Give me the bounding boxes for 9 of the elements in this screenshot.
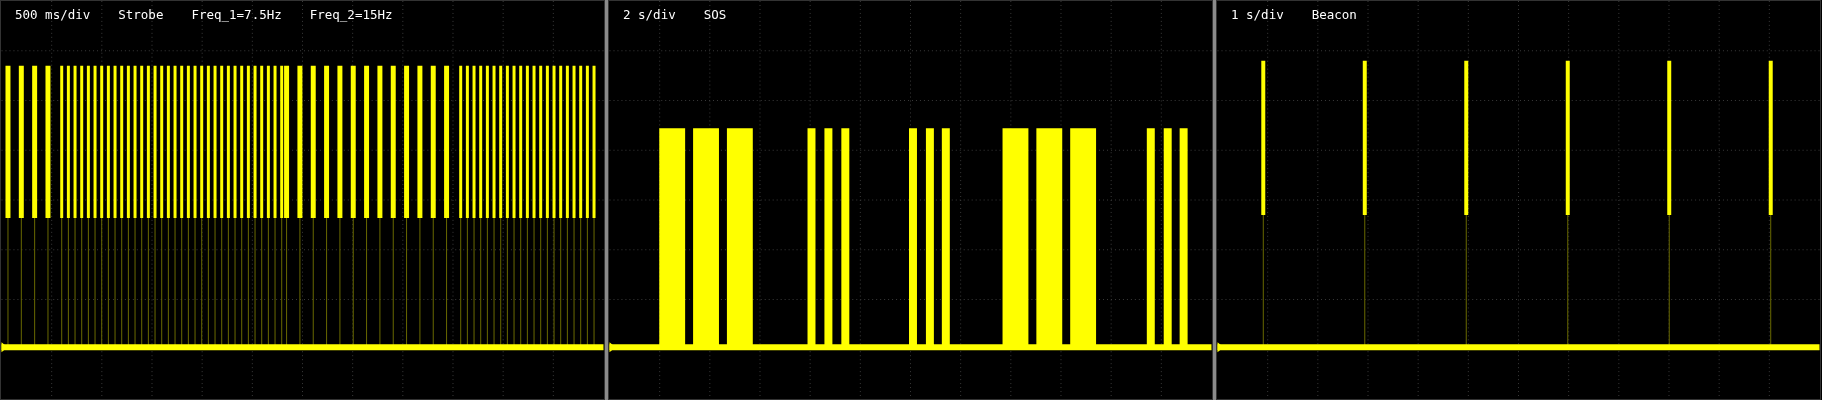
timebase-label: 2 s/div (623, 7, 676, 22)
ground-marker-icon (1, 342, 8, 353)
channel-label: Beacon (1311, 7, 1357, 22)
channel-label: SOS (703, 7, 727, 22)
timebase-label: 500 ms/div (15, 7, 91, 22)
channel-label: Strobe (118, 7, 164, 22)
channel-label: Freq_1=7.5Hz (191, 7, 282, 22)
channel-label: Freq_2=15Hz (309, 7, 393, 22)
timebase-label: 1 s/div (1231, 7, 1284, 22)
